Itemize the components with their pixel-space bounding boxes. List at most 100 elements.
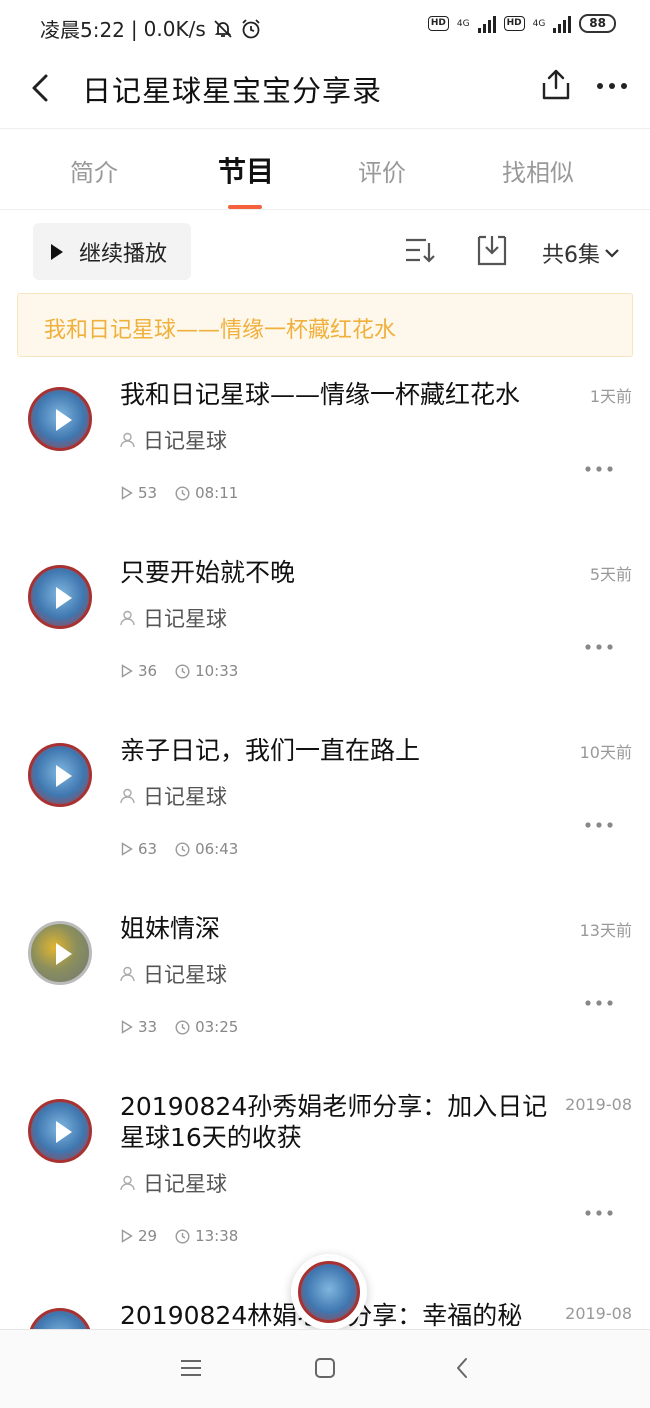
episode-time: 1天前 <box>589 387 632 406</box>
episode-title: 亲子日记，我们一直在路上 <box>120 736 421 765</box>
network-type-1: 4G <box>456 18 470 29</box>
clock-icon <box>175 841 190 857</box>
status-right: HD 4G HD 4G 88 <box>427 14 616 33</box>
person-icon <box>120 610 135 626</box>
page-title: 日记星球星宝宝分享录 <box>82 74 383 108</box>
duration: 03:25 <box>175 1018 238 1036</box>
episode-title: 我和日记星球——情缘一杯藏红花水 <box>120 380 521 409</box>
tab-similar[interactable]: 找相似 <box>502 153 574 188</box>
episode-cover[interactable] <box>28 1099 92 1163</box>
play-count-icon <box>121 664 133 678</box>
tab-reviews[interactable]: 评价 <box>358 153 406 188</box>
episode-time: 5天前 <box>589 565 632 584</box>
author-name: 日记星球 <box>143 963 227 987</box>
episode-title: 只要开始就不晚 <box>120 558 296 587</box>
episode-stats: 33 03:25 <box>121 1018 238 1036</box>
episode-cover[interactable] <box>28 565 92 629</box>
play-count: 36 <box>121 662 157 680</box>
episode-author: 日记星球 <box>120 959 227 989</box>
episode-time: 2019-08 <box>565 1095 632 1114</box>
mini-player-button[interactable] <box>291 1254 367 1330</box>
episode-stats: 29 13:38 <box>121 1227 238 1245</box>
hd-badge-1: HD <box>427 16 449 31</box>
episode-author: 日记星球 <box>120 781 227 811</box>
episode-toolbar: 继续播放 共6集 <box>0 211 650 293</box>
clock-icon <box>175 485 190 501</box>
now-playing-bar[interactable]: 我和日记星球——情缘一杯藏红花水 <box>17 293 633 357</box>
episode-stats: 36 10:33 <box>121 662 238 680</box>
back-arrow-icon[interactable] <box>26 70 56 106</box>
episode-cover[interactable] <box>28 921 92 985</box>
episode-more-icon[interactable] <box>584 465 614 473</box>
signal-icon-2 <box>553 15 572 33</box>
play-count: 29 <box>121 1227 157 1245</box>
play-count: 63 <box>121 840 157 858</box>
play-icon <box>56 765 72 787</box>
play-icon <box>56 409 72 431</box>
signal-icon-1 <box>477 15 496 33</box>
system-nav-bar <box>0 1329 650 1408</box>
episode-author: 日记星球 <box>120 603 227 633</box>
episode-time: 10天前 <box>579 743 632 762</box>
play-icon <box>56 943 72 965</box>
status-net-speed: 0.0K/s <box>143 16 206 41</box>
battery-indicator: 88 <box>579 14 616 33</box>
play-icon <box>56 1121 72 1143</box>
duration: 06:43 <box>175 840 238 858</box>
play-count-icon <box>121 486 133 500</box>
author-name: 日记星球 <box>143 607 227 631</box>
network-type-2: 4G <box>532 18 546 29</box>
continue-play-label: 继续播放 <box>79 241 168 267</box>
episode-more-icon[interactable] <box>584 821 614 829</box>
person-icon <box>120 432 135 448</box>
episode-time: 2019-08 <box>565 1304 632 1323</box>
status-bar: 凌晨5:22 | 0.0K/s HD 4G HD 4G 88 <box>0 0 650 54</box>
duration: 08:11 <box>175 484 238 502</box>
more-options-icon[interactable] <box>596 82 628 90</box>
clock-icon <box>175 1228 190 1244</box>
episode-stats: 63 06:43 <box>121 840 238 858</box>
episode-count-label: 共6集 <box>542 243 600 268</box>
episode-author: 日记星球 <box>120 1168 227 1198</box>
episode-cover[interactable] <box>28 1308 92 1329</box>
duration: 10:33 <box>175 662 238 680</box>
author-name: 日记星球 <box>143 429 227 453</box>
episode-stats: 53 08:11 <box>121 484 238 502</box>
episode-count-dropdown[interactable]: 共6集 <box>542 237 620 269</box>
episode-time: 13天前 <box>579 921 632 940</box>
sort-icon[interactable] <box>404 237 436 265</box>
episode-more-icon[interactable] <box>584 999 614 1007</box>
now-playing-title: 我和日记星球——情缘一杯藏红花水 <box>44 318 397 343</box>
active-tab-indicator <box>228 205 262 209</box>
clock-icon <box>175 663 190 679</box>
nav-back-icon[interactable] <box>454 1356 470 1380</box>
episode-title: 20190824孙秀娟老师分享：加入日记星球16天的收获 <box>120 1092 548 1152</box>
play-count: 33 <box>121 1018 157 1036</box>
episode-more-icon[interactable] <box>584 643 614 651</box>
episode-author: 日记星球 <box>120 425 227 455</box>
episode-cover[interactable] <box>28 743 92 807</box>
play-count-icon <box>121 1229 133 1243</box>
title-bar: 日记星球星宝宝分享录 <box>0 54 650 128</box>
status-left: 凌晨5:22 | 0.0K/s <box>40 14 262 43</box>
home-icon[interactable] <box>314 1357 336 1379</box>
tab-programs[interactable]: 节目 <box>218 150 274 190</box>
share-icon[interactable] <box>540 68 572 102</box>
episode-more-icon[interactable] <box>584 1209 614 1217</box>
mute-bell-icon <box>214 19 232 38</box>
download-icon[interactable] <box>476 233 508 267</box>
continue-play-button[interactable]: 继续播放 <box>33 223 191 280</box>
clock-icon <box>175 1019 190 1035</box>
episode-cover[interactable] <box>28 387 92 451</box>
menu-icon[interactable] <box>180 1358 202 1378</box>
tab-intro[interactable]: 简介 <box>70 153 118 188</box>
person-icon <box>120 1175 135 1191</box>
author-name: 日记星球 <box>143 1172 227 1196</box>
episode-title: 姐妹情深 <box>120 914 221 943</box>
tab-bar: 简介 节目 评价 找相似 <box>0 128 650 210</box>
status-time: 凌晨5:22 <box>40 18 125 42</box>
mini-player-cover <box>298 1261 360 1323</box>
alarm-icon <box>242 18 260 38</box>
play-count: 53 <box>121 484 157 502</box>
play-count-icon <box>121 1020 133 1034</box>
